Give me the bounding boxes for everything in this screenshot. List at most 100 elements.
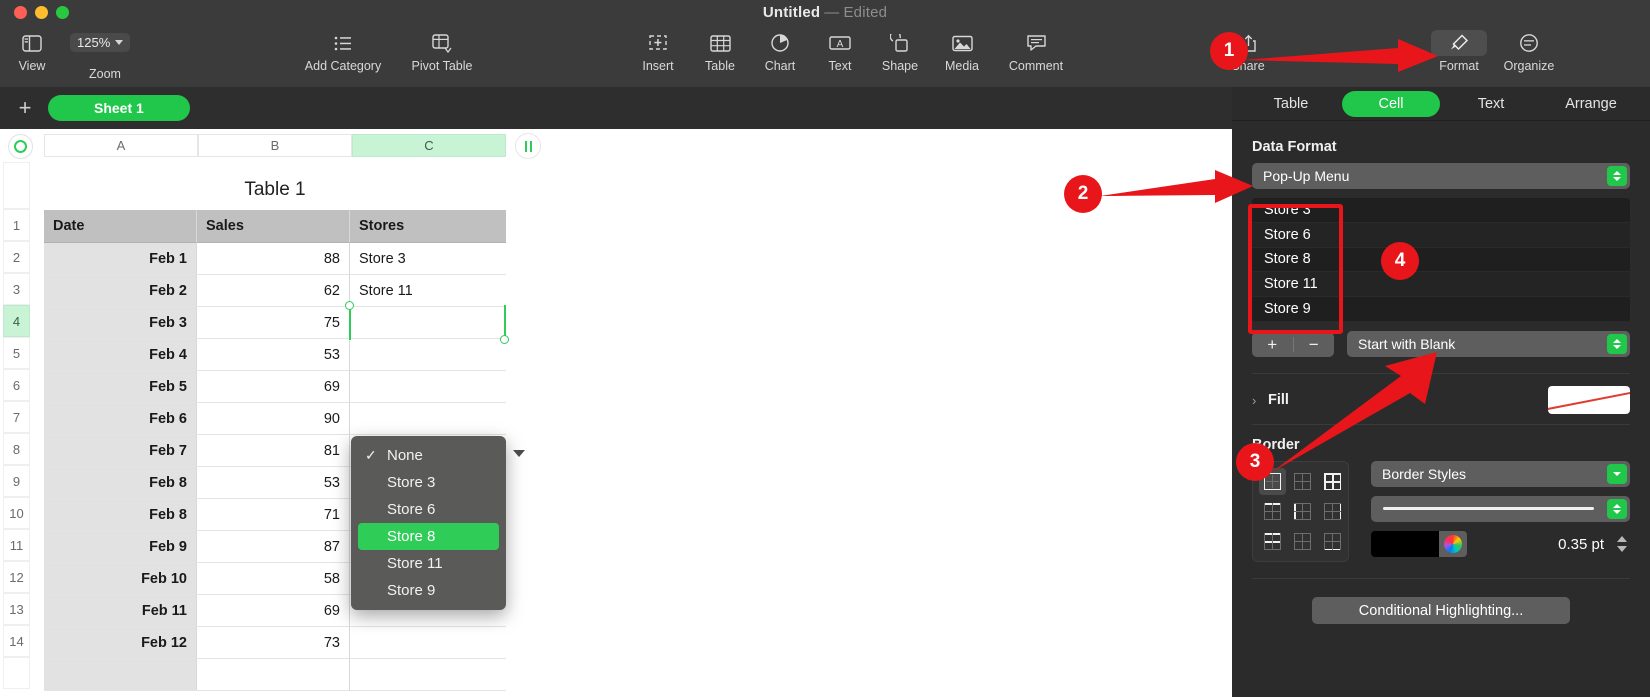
- fill-color-swatch[interactable]: [1548, 386, 1630, 414]
- border-preset-horizontal[interactable]: [1259, 528, 1286, 555]
- row-header-1[interactable]: 1: [3, 209, 30, 241]
- row-header-14[interactable]: 14: [3, 625, 30, 657]
- cell-b3[interactable]: 62: [197, 275, 350, 307]
- cell-b12[interactable]: 58: [197, 563, 350, 595]
- data-format-select[interactable]: Pop-Up Menu: [1252, 163, 1630, 189]
- cell-b9[interactable]: 53: [197, 467, 350, 499]
- cell-a8[interactable]: Feb 7: [44, 435, 197, 467]
- start-mode-select[interactable]: Start with Blank: [1347, 331, 1630, 357]
- cell-a13[interactable]: Feb 11: [44, 595, 197, 627]
- cell-c3[interactable]: Store 11: [350, 275, 506, 307]
- cell-b13[interactable]: 69: [197, 595, 350, 627]
- cell-c7[interactable]: [350, 403, 506, 435]
- row-header-15[interactable]: [3, 657, 30, 689]
- row-header-13[interactable]: 13: [3, 593, 30, 625]
- header-cell-stores[interactable]: Stores: [350, 210, 506, 243]
- popup-item-store-8[interactable]: Store 8: [358, 523, 499, 550]
- cell-a15[interactable]: [44, 659, 197, 691]
- cell-c14[interactable]: [350, 627, 506, 659]
- column-header-a[interactable]: A: [44, 134, 198, 157]
- column-header-b[interactable]: B: [198, 134, 352, 157]
- chevron-right-icon[interactable]: ›: [1252, 393, 1268, 408]
- popup-item-store-6[interactable]: Store 6: [351, 496, 506, 523]
- column-header-c[interactable]: C: [352, 134, 506, 157]
- cell-a2[interactable]: Feb 1: [44, 243, 197, 275]
- cell-c6[interactable]: [350, 371, 506, 403]
- border-preset-top[interactable]: [1259, 498, 1286, 525]
- border-preset-all[interactable]: [1319, 468, 1346, 495]
- cell-b15[interactable]: [197, 659, 350, 691]
- popup-item-store-3[interactable]: Store 3: [351, 469, 506, 496]
- border-styles-select[interactable]: Border Styles: [1371, 461, 1630, 487]
- row-header-2[interactable]: 2: [3, 241, 30, 273]
- cell-b14[interactable]: 73: [197, 627, 350, 659]
- stepper-icon[interactable]: [1607, 334, 1627, 354]
- row-header-11[interactable]: 11: [3, 529, 30, 561]
- row-header-4[interactable]: 4: [3, 305, 30, 337]
- add-sheet-button[interactable]: +: [14, 97, 36, 119]
- cell-popup-disclosure-button[interactable]: [505, 439, 533, 468]
- tab-table[interactable]: Table: [1242, 91, 1340, 117]
- row-header-3[interactable]: 3: [3, 273, 30, 305]
- toolbar-organize[interactable]: Organize: [1492, 30, 1566, 73]
- cell-a10[interactable]: Feb 8: [44, 499, 197, 531]
- conditional-highlighting-button[interactable]: Conditional Highlighting...: [1312, 597, 1570, 624]
- border-preset-vertical[interactable]: [1289, 528, 1316, 555]
- toolbar-add-category[interactable]: Add Category: [288, 30, 398, 73]
- header-cell-sales[interactable]: Sales: [197, 210, 350, 243]
- border-width-stepper[interactable]: [1614, 536, 1630, 552]
- border-color-swatch[interactable]: [1371, 531, 1439, 557]
- tab-arrange[interactable]: Arrange: [1542, 91, 1640, 117]
- row-header-8[interactable]: 8: [3, 433, 30, 465]
- border-preset-none[interactable]: [1289, 468, 1316, 495]
- zoom-control[interactable]: 125%: [70, 33, 131, 52]
- popup-item-store-11[interactable]: Store 11: [351, 550, 506, 577]
- border-width-field[interactable]: 0.35 pt: [1479, 531, 1610, 557]
- cell-b2[interactable]: 88: [197, 243, 350, 275]
- header-cell-date[interactable]: Date: [44, 210, 197, 243]
- add-option-button[interactable]: +: [1252, 336, 1293, 353]
- cell-c15[interactable]: [350, 659, 506, 691]
- cell-a11[interactable]: Feb 9: [44, 531, 197, 563]
- cell-a7[interactable]: Feb 6: [44, 403, 197, 435]
- toolbar-pivot-table[interactable]: Pivot Table: [387, 30, 497, 73]
- row-header-7[interactable]: 7: [3, 401, 30, 433]
- popup-item-none[interactable]: None: [351, 442, 506, 469]
- toolbar-format[interactable]: Format: [1422, 30, 1496, 73]
- color-wheel-button[interactable]: [1439, 531, 1467, 557]
- cell-a12[interactable]: Feb 10: [44, 563, 197, 595]
- cell-a4[interactable]: Feb 3: [44, 307, 197, 339]
- cell-b10[interactable]: 71: [197, 499, 350, 531]
- cell-selection-handle-br[interactable]: [500, 335, 509, 344]
- cell-a3[interactable]: Feb 2: [44, 275, 197, 307]
- row-header-6[interactable]: 6: [3, 369, 30, 401]
- row-header-9[interactable]: 9: [3, 465, 30, 497]
- cell-a9[interactable]: Feb 8: [44, 467, 197, 499]
- cell-selection-handle-tl[interactable]: [345, 301, 354, 310]
- stepper-icon[interactable]: [1607, 166, 1627, 186]
- cell-c5[interactable]: [350, 339, 506, 371]
- cell-b5[interactable]: 53: [197, 339, 350, 371]
- toolbar-media[interactable]: Media: [925, 30, 999, 73]
- popup-item-store-9[interactable]: Store 9: [351, 577, 506, 604]
- tab-cell[interactable]: Cell: [1342, 90, 1440, 117]
- border-preset-right[interactable]: [1319, 498, 1346, 525]
- cell-a14[interactable]: Feb 12: [44, 627, 197, 659]
- cell-a6[interactable]: Feb 5: [44, 371, 197, 403]
- cell-a5[interactable]: Feb 4: [44, 339, 197, 371]
- row-header-12[interactable]: 12: [3, 561, 30, 593]
- toolbar-comment[interactable]: Comment: [999, 30, 1073, 73]
- cell-c2[interactable]: Store 3: [350, 243, 506, 275]
- toolbar-view[interactable]: View: [0, 30, 69, 73]
- cell-b11[interactable]: 87: [197, 531, 350, 563]
- table-title[interactable]: Table 1: [44, 179, 506, 201]
- border-preset-bottom[interactable]: [1319, 528, 1346, 555]
- remove-option-button[interactable]: −: [1294, 336, 1335, 353]
- row-header-10[interactable]: 10: [3, 497, 30, 529]
- stepper-icon[interactable]: [1607, 499, 1627, 519]
- row-header-5[interactable]: 5: [3, 337, 30, 369]
- cell-b4[interactable]: 75: [197, 307, 350, 339]
- cell-b6[interactable]: 69: [197, 371, 350, 403]
- border-preset-left[interactable]: [1289, 498, 1316, 525]
- tab-text[interactable]: Text: [1442, 91, 1540, 117]
